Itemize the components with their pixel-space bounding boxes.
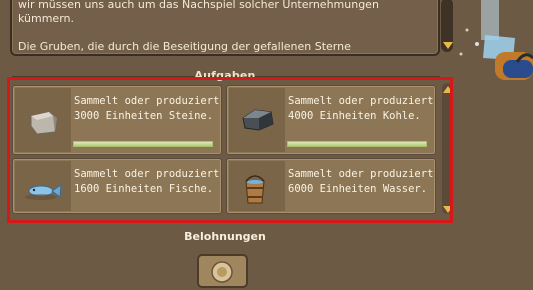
game-character-illustration xyxy=(455,0,533,278)
story-text-panel: wir müssen uns auch um das Nachspiel sol… xyxy=(10,0,440,56)
game-scene-strip xyxy=(455,0,533,278)
story-scroll-down-arrow-icon[interactable] xyxy=(443,42,453,49)
tasks-highlight-frame xyxy=(7,77,453,223)
reward-item-slot[interactable] xyxy=(197,254,248,288)
reward-coin-icon xyxy=(211,261,233,283)
story-text: wir müssen uns auch um das Nachspiel sol… xyxy=(18,0,418,54)
story-line-1: wir müssen uns auch um das Nachspiel sol… xyxy=(18,0,379,25)
rewards-title: Belohnungen xyxy=(184,230,266,243)
story-line-2: Die Gruben, die durch die Beseitigung de… xyxy=(18,40,351,53)
